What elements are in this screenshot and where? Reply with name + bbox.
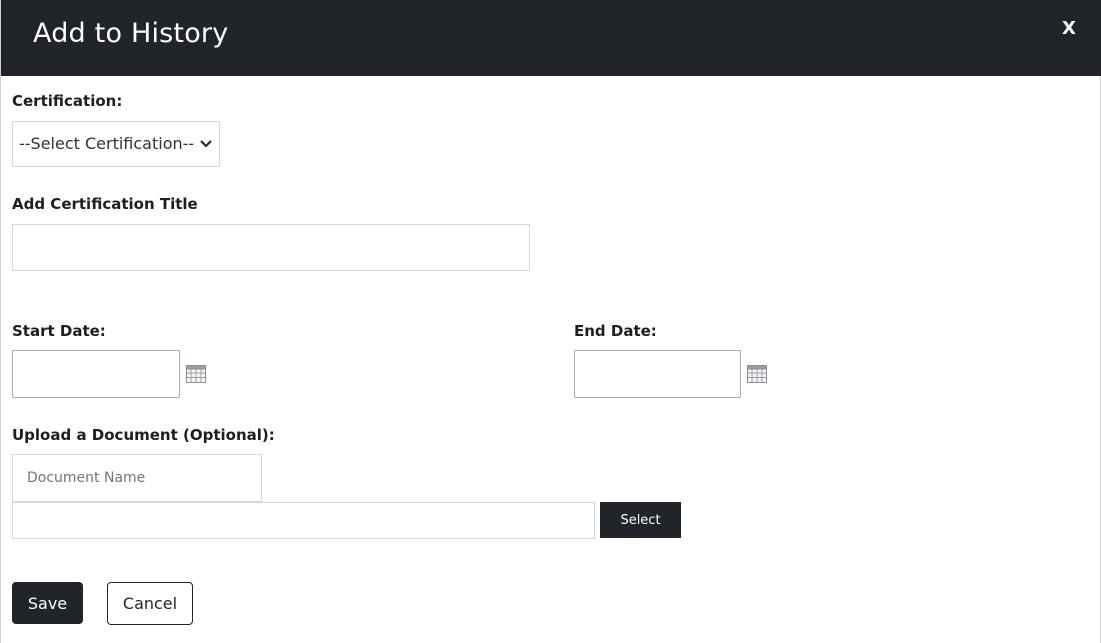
certification-select[interactable]: --Select Certification-- — [12, 121, 220, 167]
modal-title: Add to History — [33, 18, 229, 49]
save-button[interactable]: Save — [12, 582, 83, 624]
end-date-input[interactable] — [574, 350, 741, 398]
modal-header: Add to History X — [1, 0, 1101, 76]
close-button[interactable]: X — [1060, 17, 1078, 41]
file-path-input[interactable] — [12, 502, 595, 539]
add-to-history-modal: Add to History X Certification: --Select… — [0, 0, 1101, 643]
end-date-label: End Date: — [574, 322, 657, 340]
certification-title-input[interactable] — [12, 224, 530, 271]
add-certification-title-label: Add Certification Title — [12, 195, 198, 213]
start-date-label: Start Date: — [12, 322, 106, 340]
calendar-icon[interactable] — [186, 365, 206, 383]
select-file-button[interactable]: Select — [600, 502, 681, 538]
certification-label: Certification: — [12, 92, 123, 110]
cancel-button[interactable]: Cancel — [107, 582, 193, 625]
calendar-icon[interactable] — [747, 365, 767, 383]
start-date-input[interactable] — [12, 350, 180, 398]
upload-document-label: Upload a Document (Optional): — [12, 426, 275, 444]
certification-select-value: --Select Certification-- — [19, 134, 195, 153]
chevron-down-icon — [200, 140, 212, 148]
document-name-input[interactable] — [12, 454, 262, 502]
